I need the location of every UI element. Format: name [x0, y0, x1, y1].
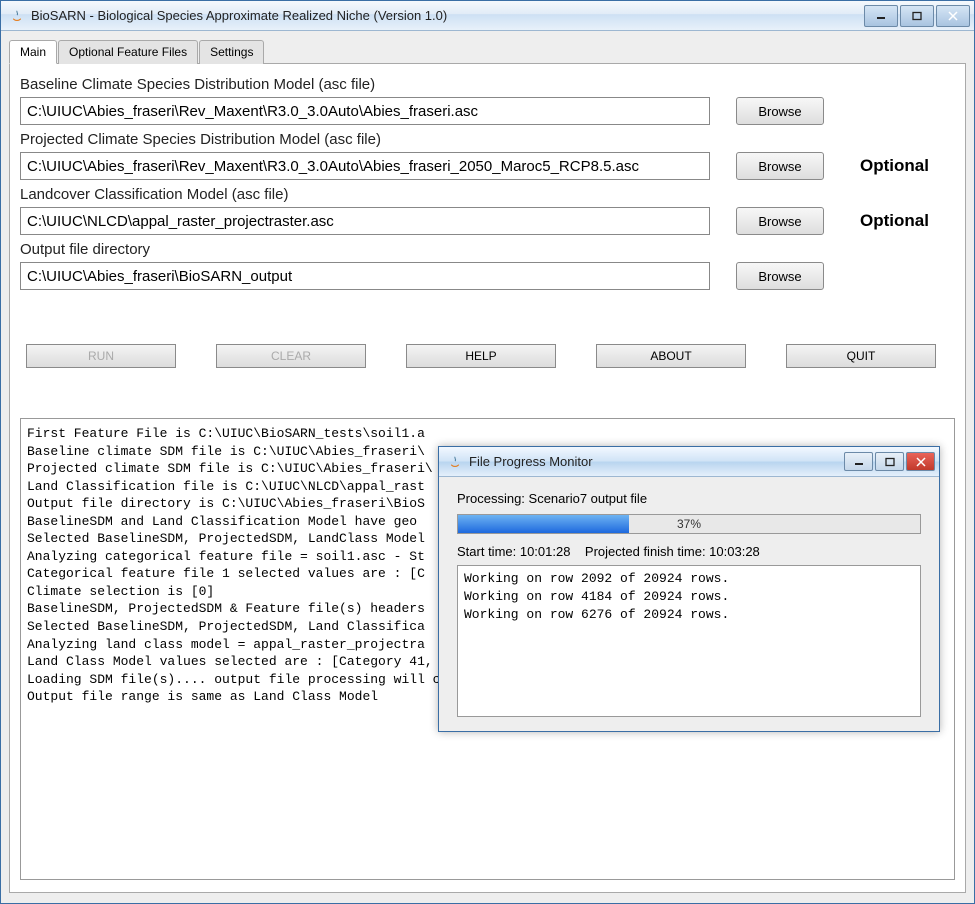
- landcover-input[interactable]: [20, 207, 710, 235]
- help-button[interactable]: HELP: [406, 344, 556, 368]
- baseline-label: Baseline Climate Species Distribution Mo…: [20, 76, 955, 93]
- output-field: Output file directory Browse: [20, 241, 955, 290]
- java-icon: [9, 8, 25, 24]
- projected-input[interactable]: [20, 152, 710, 180]
- processing-label: Processing: Scenario7 output file: [457, 491, 921, 506]
- progress-window-title: File Progress Monitor: [469, 454, 844, 469]
- projected-field: Projected Climate Species Distribution M…: [20, 131, 955, 180]
- landcover-label: Landcover Classification Model (asc file…: [20, 186, 955, 203]
- projected-label: Projected Climate Species Distribution M…: [20, 131, 955, 148]
- projected-optional-label: Optional: [860, 156, 929, 176]
- quit-button[interactable]: QUIT: [786, 344, 936, 368]
- maximize-button[interactable]: [900, 5, 934, 27]
- progress-titlebar[interactable]: File Progress Monitor: [439, 447, 939, 477]
- output-browse-button[interactable]: Browse: [736, 262, 824, 290]
- tab-main[interactable]: Main: [9, 40, 57, 64]
- finish-time-label: Projected finish time: 10:03:28: [585, 544, 760, 559]
- baseline-browse-button[interactable]: Browse: [736, 97, 824, 125]
- clear-button[interactable]: CLEAR: [216, 344, 366, 368]
- run-button[interactable]: RUN: [26, 344, 176, 368]
- time-row: Start time: 10:01:28 Projected finish ti…: [457, 544, 921, 559]
- progress-log[interactable]: Working on row 2092 of 20924 rows. Worki…: [457, 565, 921, 717]
- about-button[interactable]: ABOUT: [596, 344, 746, 368]
- main-window-title: BioSARN - Biological Species Approximate…: [31, 8, 864, 23]
- tab-settings[interactable]: Settings: [199, 40, 264, 64]
- output-input[interactable]: [20, 262, 710, 290]
- main-window-controls: [864, 5, 970, 27]
- output-label: Output file directory: [20, 241, 955, 258]
- tab-optional-feature-files[interactable]: Optional Feature Files: [58, 40, 198, 64]
- progress-minimize-button[interactable]: [844, 452, 873, 471]
- projected-browse-button[interactable]: Browse: [736, 152, 824, 180]
- minimize-button[interactable]: [864, 5, 898, 27]
- java-icon: [447, 454, 463, 470]
- progress-content: Processing: Scenario7 output file 37% St…: [439, 477, 939, 731]
- action-row: RUN CLEAR HELP ABOUT QUIT: [20, 344, 955, 368]
- landcover-optional-label: Optional: [860, 211, 929, 231]
- progress-maximize-button[interactable]: [875, 452, 904, 471]
- landcover-browse-button[interactable]: Browse: [736, 207, 824, 235]
- progress-window: File Progress Monitor Processing: Scenar…: [438, 446, 940, 732]
- progress-percent: 37%: [458, 515, 920, 533]
- main-titlebar[interactable]: BioSARN - Biological Species Approximate…: [1, 1, 974, 31]
- start-time-label: Start time: 10:01:28: [457, 544, 570, 559]
- tabs: Main Optional Feature Files Settings: [9, 39, 966, 64]
- baseline-input[interactable]: [20, 97, 710, 125]
- baseline-field: Baseline Climate Species Distribution Mo…: [20, 76, 955, 125]
- close-button[interactable]: [936, 5, 970, 27]
- progress-close-button[interactable]: [906, 452, 935, 471]
- progress-window-controls: [844, 452, 935, 471]
- progress-bar: 37%: [457, 514, 921, 534]
- landcover-field: Landcover Classification Model (asc file…: [20, 186, 955, 235]
